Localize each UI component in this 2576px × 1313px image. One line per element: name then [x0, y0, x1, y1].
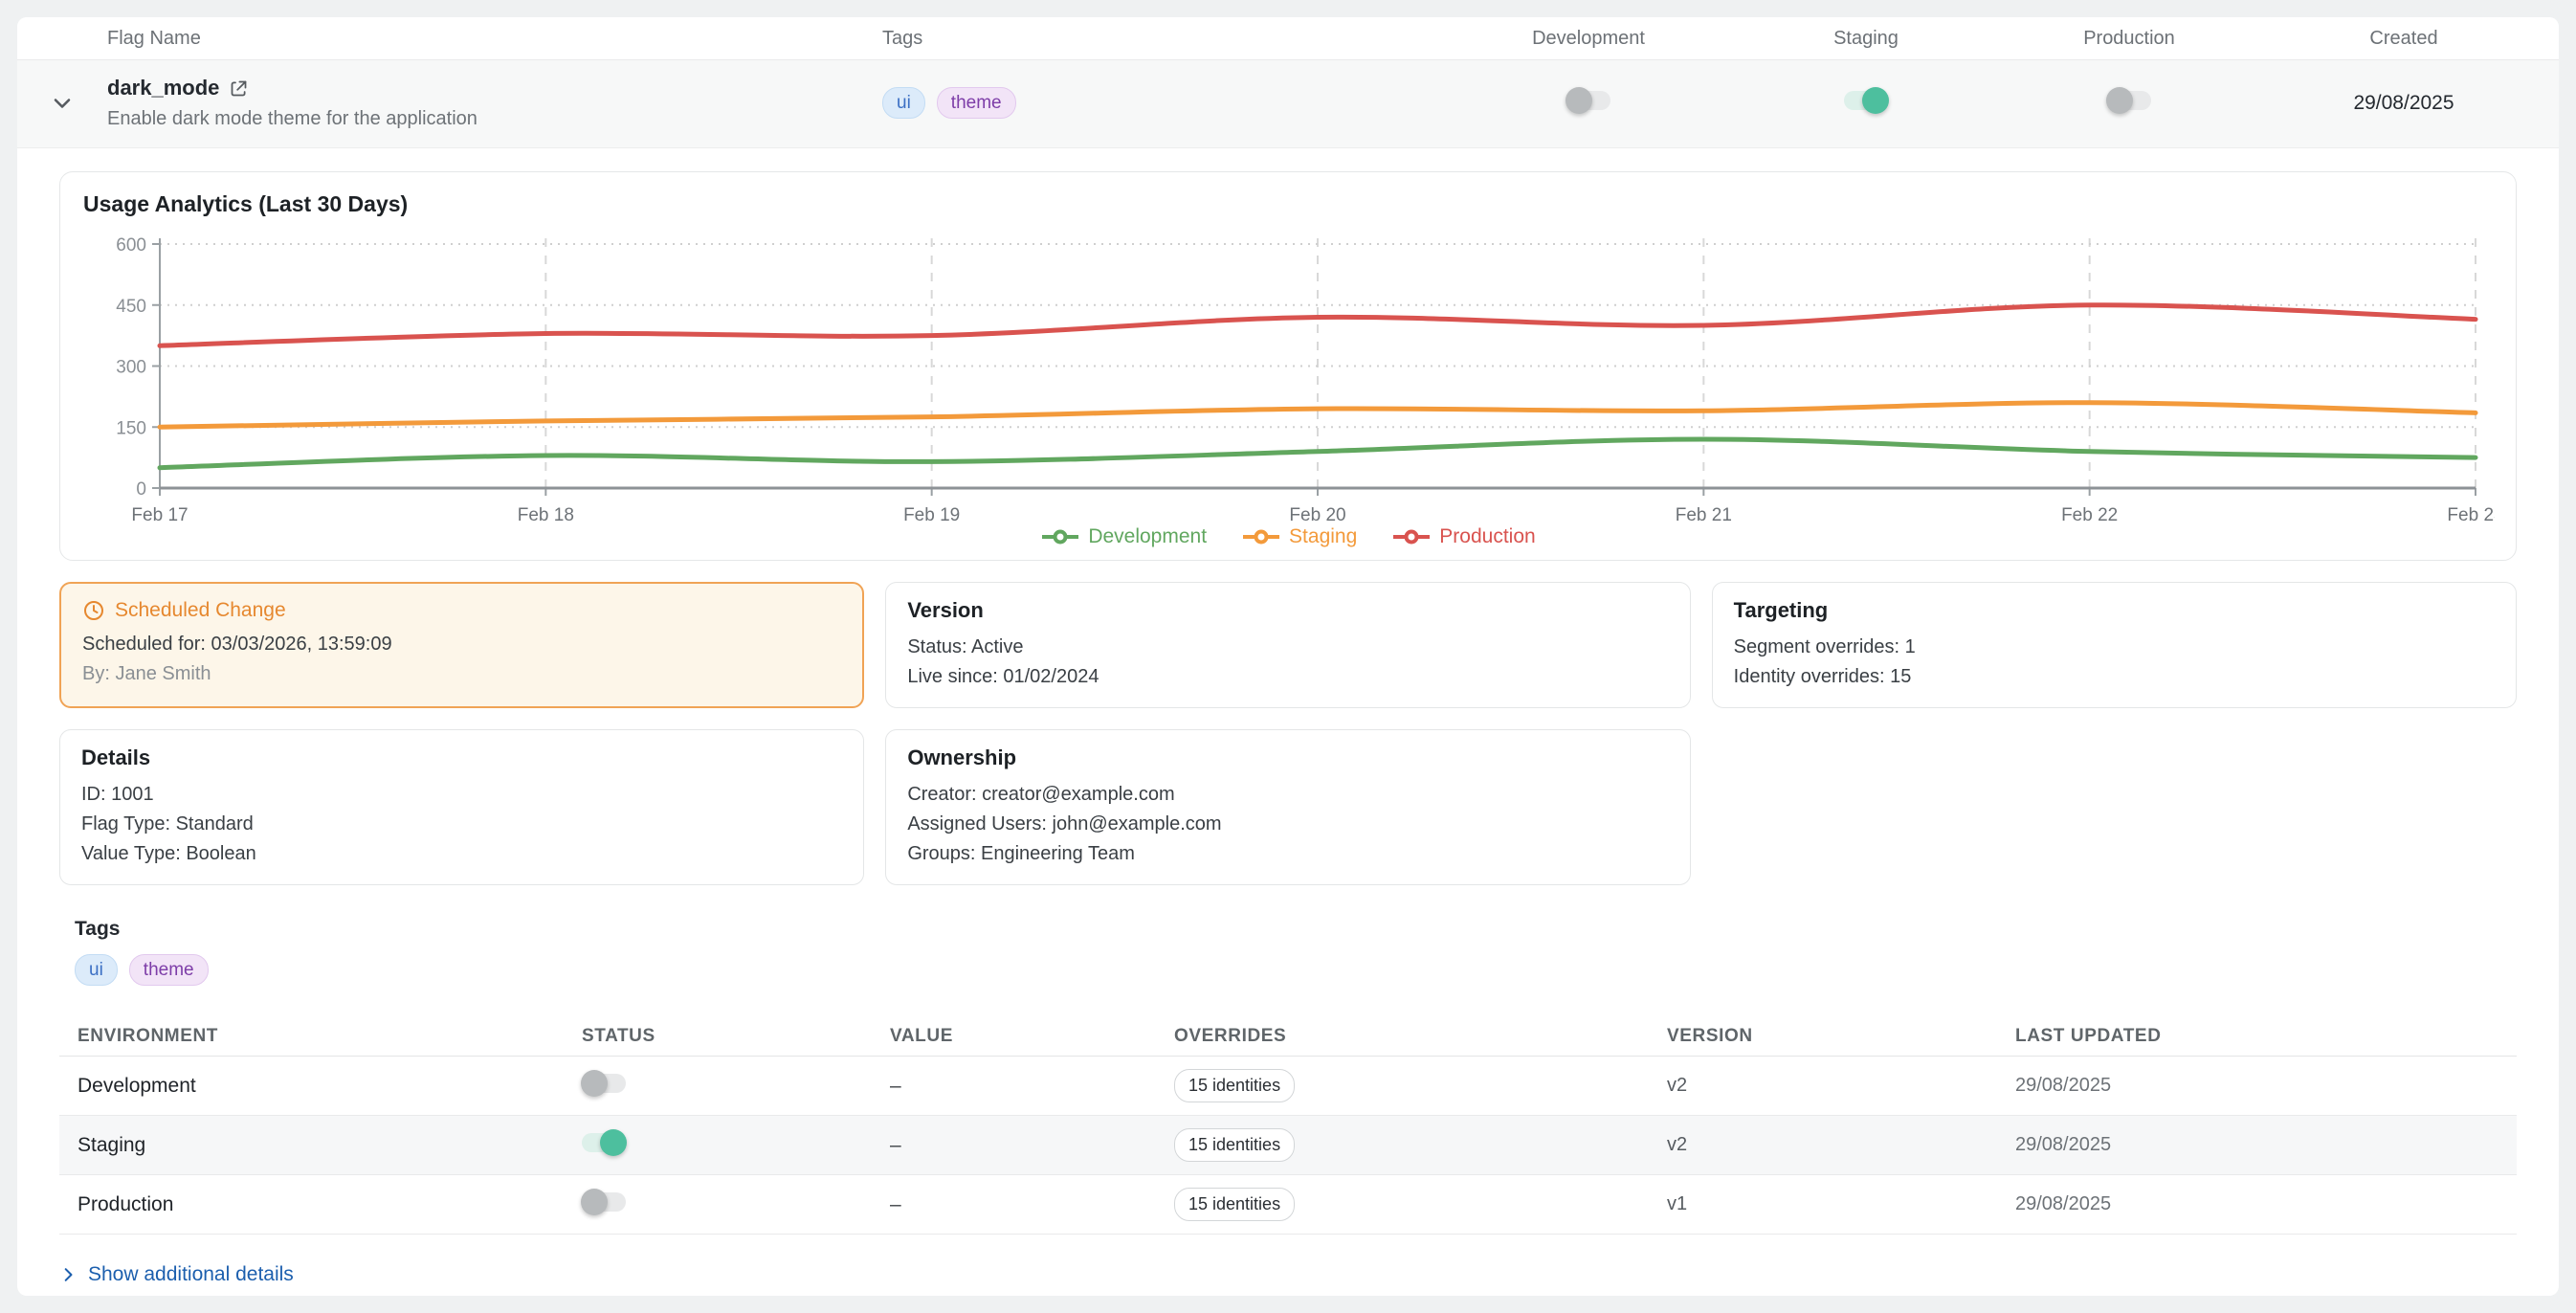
flag-name[interactable]: dark_mode [107, 76, 219, 100]
segment-overrides: Segment overrides: 1 [1734, 633, 2495, 662]
clock-icon [82, 599, 105, 622]
col-tags: Tags [882, 28, 1455, 50]
staging-overrides-badge[interactable]: 15 identities [1174, 1128, 1295, 1162]
env-col-status: STATUS [564, 1026, 872, 1047]
scheduled-for-text: Scheduled for: 03/03/2026, 13:59:09 [82, 630, 841, 659]
external-link-icon[interactable] [229, 78, 249, 99]
svg-text:150: 150 [116, 418, 146, 438]
scheduled-by-text: By: Jane Smith [82, 659, 841, 689]
flag-table-header: Flag Name Tags Development Staging Produ… [17, 17, 2559, 60]
details-card: Details ID: 1001 Flag Type: Standard Val… [59, 729, 864, 885]
legend-item-production: Production [1391, 525, 1535, 548]
col-production: Production [2010, 28, 2249, 50]
tag-ui[interactable]: ui [882, 87, 925, 119]
svg-text:Feb 22: Feb 22 [2061, 505, 2118, 525]
col-staging: Staging [1722, 28, 2010, 50]
ownership-assigned-users: Assigned Users: john@example.com [907, 810, 1668, 839]
development-toggle[interactable] [1566, 91, 1610, 110]
staging-toggle[interactable] [1844, 91, 1888, 110]
col-development: Development [1455, 28, 1722, 50]
svg-text:Feb 18: Feb 18 [518, 505, 574, 525]
version-live-since: Live since: 01/02/2024 [907, 662, 1668, 692]
env-col-last-updated: LAST UPDATED [1997, 1026, 2517, 1047]
expand-chevron-icon[interactable] [49, 90, 76, 117]
env-col-overrides: OVERRIDES [1156, 1026, 1649, 1047]
usage-analytics-card: Usage Analytics (Last 30 Days) Feb 17Feb… [59, 171, 2517, 561]
production-toggle[interactable] [2107, 91, 2151, 110]
chart-title: Usage Analytics (Last 30 Days) [83, 191, 2493, 217]
svg-text:300: 300 [116, 358, 146, 378]
environments-table-header: ENVIRONMENT STATUS VALUE OVERRIDES VERSI… [59, 1016, 2517, 1057]
tag-theme[interactable]: theme [937, 87, 1016, 119]
tag-theme[interactable]: theme [129, 954, 209, 986]
details-flag-type: Flag Type: Standard [81, 810, 842, 839]
ownership-groups: Groups: Engineering Team [907, 839, 1668, 869]
svg-text:0: 0 [136, 479, 146, 500]
table-row-staging: Staging – 15 identities v2 29/08/2025 [59, 1116, 2517, 1175]
details-id: ID: 1001 [81, 780, 842, 810]
created-date: 29/08/2025 [2249, 92, 2559, 115]
legend-item-staging: Staging [1241, 525, 1357, 548]
tags-section: Tags ui theme [59, 918, 2517, 986]
svg-text:Feb 21: Feb 21 [1676, 505, 1732, 525]
development-overrides-badge[interactable]: 15 identities [1174, 1069, 1295, 1102]
env-col-version: VERSION [1649, 1026, 1997, 1047]
env-col-environment: ENVIRONMENT [59, 1026, 564, 1047]
version-status: Status: Active [907, 633, 1668, 662]
chevron-right-icon [59, 1265, 78, 1284]
svg-text:450: 450 [116, 297, 146, 317]
col-created: Created [2249, 28, 2559, 50]
details-card-title: Details [81, 746, 842, 770]
flag-row: dark_mode Enable dark mode theme for the… [17, 60, 2559, 148]
flag-description: Enable dark mode theme for the applicati… [107, 108, 882, 130]
production-row-toggle[interactable] [582, 1192, 626, 1212]
svg-text:Feb 20: Feb 20 [1289, 505, 1345, 525]
env-col-value: VALUE [872, 1026, 1156, 1047]
version-card-title: Version [907, 598, 1668, 623]
staging-row-toggle[interactable] [582, 1133, 626, 1152]
col-flag-name: Flag Name [107, 28, 882, 50]
usage-chart-svg: Feb 17 Feb 18 Feb 19 Feb 20 Feb 21 Feb 22 Feb … [83, 227, 2495, 525]
flag-detail-panel: Flag Name Tags Development Staging Produ… [17, 17, 2559, 1296]
identity-overrides: Identity overrides: 15 [1734, 662, 2495, 692]
svg-text:600: 600 [116, 235, 146, 256]
chart-legend: Development Staging Production [83, 525, 2493, 548]
development-row-toggle[interactable] [582, 1074, 626, 1093]
tag-ui[interactable]: ui [75, 954, 118, 986]
show-additional-details-link[interactable]: Show additional details [59, 1263, 294, 1286]
tags-section-title: Tags [75, 918, 2517, 941]
svg-text:Feb 17: Feb 17 [131, 505, 188, 525]
environments-table: ENVIRONMENT STATUS VALUE OVERRIDES VERSI… [59, 1016, 2517, 1235]
ownership-creator: Creator: creator@example.com [907, 780, 1668, 810]
scheduled-change-title: Scheduled Change [115, 599, 286, 622]
svg-text:Feb 23: Feb 23 [2447, 505, 2495, 525]
ownership-card: Ownership Creator: creator@example.com A… [885, 729, 1690, 885]
legend-item-development: Development [1040, 525, 1207, 548]
targeting-card-title: Targeting [1734, 598, 2495, 623]
scheduled-change-card: Scheduled Change Scheduled for: 03/03/20… [59, 582, 864, 708]
table-row-development: Development – 15 identities v2 29/08/202… [59, 1057, 2517, 1116]
targeting-card: Targeting Segment overrides: 1 Identity … [1712, 582, 2517, 708]
details-value-type: Value Type: Boolean [81, 839, 842, 869]
table-row-production: Production – 15 identities v1 29/08/2025 [59, 1175, 2517, 1235]
production-overrides-badge[interactable]: 15 identities [1174, 1188, 1295, 1221]
ownership-card-title: Ownership [907, 746, 1668, 770]
svg-text:Feb 19: Feb 19 [903, 505, 960, 525]
version-card: Version Status: Active Live since: 01/02… [885, 582, 1690, 708]
